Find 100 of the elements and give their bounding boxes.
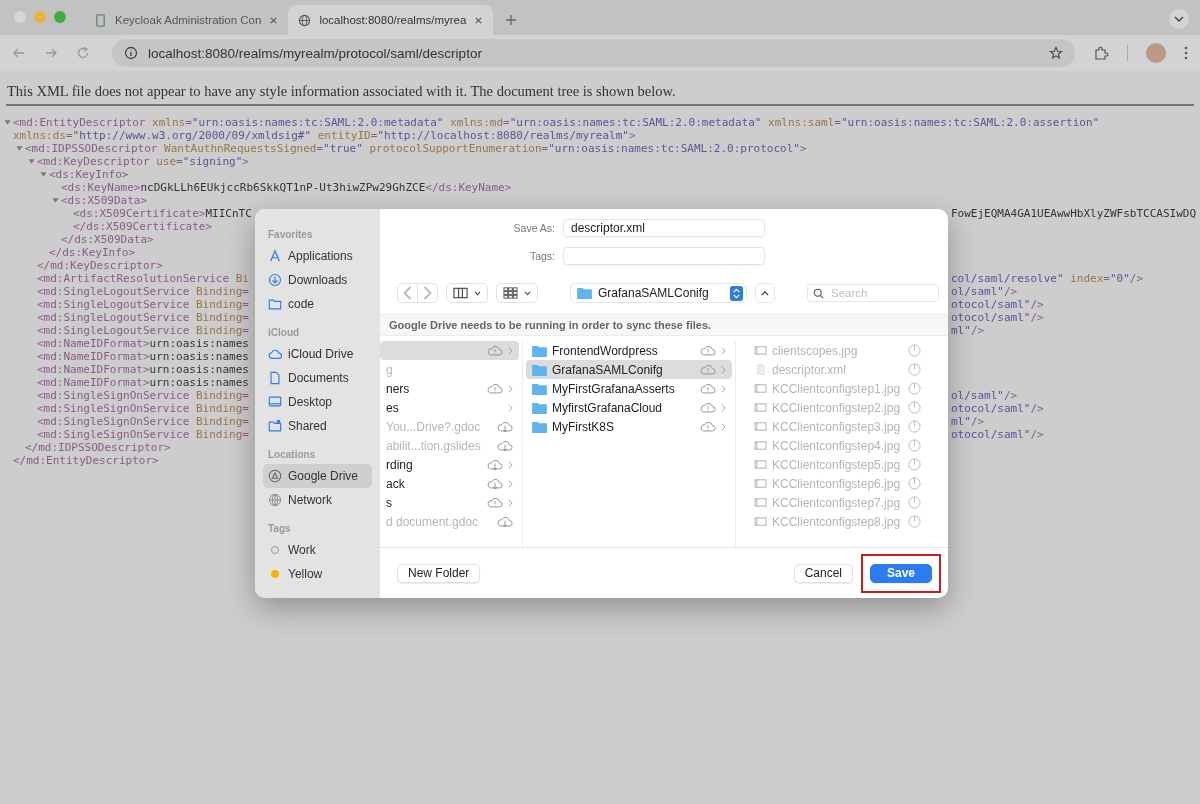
chevron-icon (721, 384, 726, 393)
chevron-icon (721, 365, 726, 374)
xml-line: <md:SingleSignOnService Binding= (37, 402, 249, 415)
sidebar-heading: Tags (267, 522, 292, 536)
folder-icon (532, 382, 547, 395)
folder-list-item[interactable]: FrontendWordpress (526, 341, 732, 360)
sidebar-item[interactable]: Applications (263, 244, 372, 268)
drive-icon (268, 469, 282, 483)
file-list-item[interactable]: ack (380, 474, 519, 493)
group-view-button[interactable] (496, 283, 538, 303)
chevron-icon (721, 422, 726, 431)
caret-icon (474, 290, 481, 296)
tags-label: Tags: (528, 250, 555, 262)
cloud-download-icon (497, 516, 513, 527)
save-as-label: Save As: (512, 222, 555, 234)
folder-list-item[interactable]: MyFirstGrafanaAsserts (526, 379, 732, 398)
xml-line: <md:KeyDescriptor use="signing"> (37, 155, 249, 168)
cancel-button[interactable]: Cancel (793, 563, 853, 583)
folder-icon (532, 344, 547, 357)
caret-icon (524, 290, 531, 296)
xml-line: </md:KeyDescriptor> (37, 259, 163, 272)
sidebar-item[interactable]: Network (263, 488, 372, 512)
back-arrow-icon[interactable] (12, 46, 26, 60)
close-tab-icon[interactable] (269, 15, 279, 25)
folder-list-item[interactable]: MyfirstGrafanaCloud (526, 398, 732, 417)
menu-icon[interactable] (1184, 45, 1188, 61)
xml-line: <ds:KeyInfo> (49, 168, 129, 181)
pending-icon (908, 420, 921, 433)
save-button[interactable]: Save (870, 563, 932, 583)
download-icon (268, 273, 282, 287)
close-tab-icon[interactable] (474, 15, 484, 25)
cloud-alert-icon (700, 383, 716, 394)
location-popup[interactable]: GrafanaSAMLConifg (570, 283, 747, 303)
search-icon (813, 288, 824, 299)
sidebar-heading: Locations (267, 448, 317, 462)
tag-item[interactable]: Work (263, 538, 372, 562)
profile-avatar[interactable] (1146, 43, 1166, 63)
sync-warning: Google Drive needs to be running in order to sync these files. (380, 314, 948, 336)
expand-triangle-icon[interactable] (4, 119, 11, 126)
column-view-button[interactable] (446, 283, 488, 303)
new-tab-icon[interactable] (505, 14, 518, 26)
sidebar-item[interactable]: Downloads (263, 268, 372, 292)
tags-field[interactable] (563, 247, 765, 265)
network-icon (268, 493, 282, 507)
stepper-icon (730, 285, 743, 301)
file-list-item[interactable]: ners (380, 379, 519, 398)
address-bar[interactable]: localhost:8080/realms/myrealm/protocol/saml/descriptor (112, 39, 1075, 67)
expand-triangle-icon[interactable] (16, 145, 23, 152)
cloud-download-icon (497, 440, 513, 451)
file-list-item[interactable]: es (380, 398, 519, 417)
file-list-item[interactable]: s (380, 493, 519, 512)
expand-triangle-icon[interactable] (40, 171, 47, 178)
browser-tab[interactable]: Keycloak Administration Con (84, 5, 289, 35)
parent-folder-button[interactable] (755, 283, 775, 303)
sidebar-item[interactable]: code (263, 292, 372, 316)
image-file-icon (754, 421, 767, 432)
cloud-alert-icon (700, 421, 716, 432)
expand-triangle-icon[interactable] (28, 158, 35, 165)
sidebar-heading: iCloud (267, 326, 301, 340)
pending-icon (908, 515, 921, 528)
columns-icon (453, 287, 468, 299)
forward-arrow-icon[interactable] (44, 46, 58, 60)
tab-search-chevron-icon[interactable] (1168, 8, 1190, 30)
sidebar-item[interactable]: Desktop (263, 390, 372, 414)
xml-line: <md:NameIDFormat>urn:oasis:names (37, 337, 249, 350)
zoom-window-button[interactable] (54, 11, 66, 23)
tag-item[interactable]: Yellow (263, 562, 372, 586)
save-as-field[interactable]: descriptor.xml (563, 219, 765, 237)
info-icon[interactable] (124, 46, 138, 60)
reload-icon[interactable] (76, 46, 90, 60)
pending-icon (908, 458, 921, 471)
browser-tab[interactable]: localhost:8080/realms/myrea (288, 5, 494, 35)
file-list-item[interactable] (380, 341, 519, 360)
puzzle-icon[interactable] (1093, 45, 1109, 61)
pending-icon (908, 363, 921, 376)
folder-list-item[interactable]: GrafanaSAMLConifg (526, 360, 732, 379)
search-field[interactable]: Search (807, 284, 939, 302)
xml-line: ml"/> (951, 324, 985, 337)
xml-line: FowEjEQMA4GA1UEAwwHbXlyZWFsbTCCASIwDQ (951, 207, 1197, 220)
new-folder-button[interactable]: New Folder (397, 563, 481, 583)
sidebar-item[interactable]: iCloud Drive (263, 342, 372, 366)
cloud-alert-icon (487, 345, 503, 356)
xml-line: <md:IDPSSODescriptor WantAuthnRequestsSigned="true" protocolSupportEnumeration="urn:oasis:names:tc:SAML:2.0:protocol"> (25, 142, 807, 155)
expand-triangle-icon[interactable] (52, 197, 59, 204)
chevron-icon (721, 346, 726, 355)
star-icon[interactable] (1049, 46, 1063, 60)
xml-line: otocol/saml"/> (951, 311, 1044, 324)
xml-line: <ds:X509Certificate>MIICnTC (73, 207, 252, 220)
pending-icon (908, 382, 921, 395)
pending-icon (908, 401, 921, 414)
folder-list-item[interactable]: MyFirstK8S (526, 417, 732, 436)
cloud-download-icon (497, 421, 513, 432)
xml-line: ml"/> (951, 415, 985, 428)
sidebar-item[interactable]: Documents (263, 366, 372, 390)
xml-line: <ds:KeyName>ncDGkLLh6EUkjccRb6SkkQT1nP-Ut3hiwZPw29GhZCE</ds:KeyName> (61, 181, 512, 194)
file-list-item[interactable]: rding (380, 455, 519, 474)
sidebar-item[interactable]: Shared (263, 414, 372, 438)
sidebar-item[interactable]: Google Drive (263, 464, 372, 488)
cloud-download-icon (487, 478, 503, 489)
back-forward-buttons[interactable] (397, 283, 438, 303)
